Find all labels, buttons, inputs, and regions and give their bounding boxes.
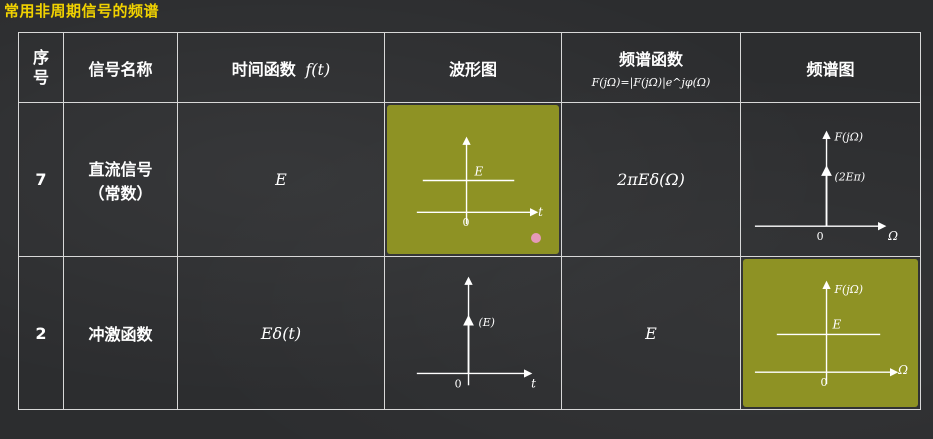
spectrum-y-label: F(jΩ) [833,283,863,296]
spectrum-impulse-label: (2Eπ) [834,170,865,183]
waveform-plot-dc: E 0 t [387,105,559,254]
spectrum-table: 序号 信号名称 时间函数 f(t) 波形图 频谱函数 F(jΩ)=|F(jΩ)|… [18,32,921,410]
spectrum-plot-impulse: F(jΩ) E 0 Ω [743,259,918,407]
header-time-fn: 时间函数 f(t) [177,32,385,103]
row-spectrum-plot: F(jΩ) (2Eπ) 0 Ω [740,102,921,257]
spectrum-level-label: E [831,318,841,332]
header-index: 序号 [18,32,64,103]
row-time-fn: Eδ(t) [177,256,385,410]
header-waveform: 波形图 [384,32,562,103]
row-spectrum-plot: F(jΩ) E 0 Ω [740,256,921,410]
row-name: 直流信号 （常数） [63,102,178,257]
header-row: 序号 信号名称 时间函数 f(t) 波形图 频谱函数 F(jΩ)=|F(jΩ)|… [18,32,921,103]
page-title: 常用非周期信号的频谱 [4,2,160,20]
waveform-axis-label: t [531,376,536,390]
waveform-origin-label: 0 [463,216,470,229]
waveform-axis-label: t [538,205,543,219]
header-name: 信号名称 [63,32,178,103]
waveform-origin-label: 0 [455,377,462,390]
waveform-level-label: E [473,165,483,179]
row-spectrum-fn: E [561,256,741,410]
row-index: 7 [18,102,64,257]
header-spectrum-fn: 频谱函数 F(jΩ)=|F(jΩ)|e^jφ(Ω) [561,32,741,103]
table-row: 2 冲激函数 Eδ(t) (E) 0 t E F(jΩ) E 0 Ω [18,256,921,410]
header-spectrum-plot: 频谱图 [740,32,921,103]
table-row: 7 直流信号 （常数） E E 0 t 2πEδ(Ω) F(jΩ) (2Eπ) … [18,102,921,257]
row-waveform: (E) 0 t [384,256,562,410]
waveform-plot-impulse: (E) 0 t [387,259,559,407]
spectrum-axis-label: Ω [897,363,908,377]
spectrum-plot-dc: F(jΩ) (2Eπ) 0 Ω [743,105,918,254]
cursor-indicator [531,233,541,243]
row-index: 2 [18,256,64,410]
spectrum-axis-label: Ω [887,229,898,243]
row-time-fn: E [177,102,385,257]
spectrum-origin-label: 0 [817,230,824,243]
row-spectrum-fn: 2πEδ(Ω) [561,102,741,257]
spectrum-y-label: F(jΩ) [833,131,863,144]
waveform-impulse-label: (E) [478,316,495,329]
row-waveform: E 0 t [384,102,562,257]
row-name: 冲激函数 [63,256,178,410]
spectrum-origin-label: 0 [821,376,828,389]
